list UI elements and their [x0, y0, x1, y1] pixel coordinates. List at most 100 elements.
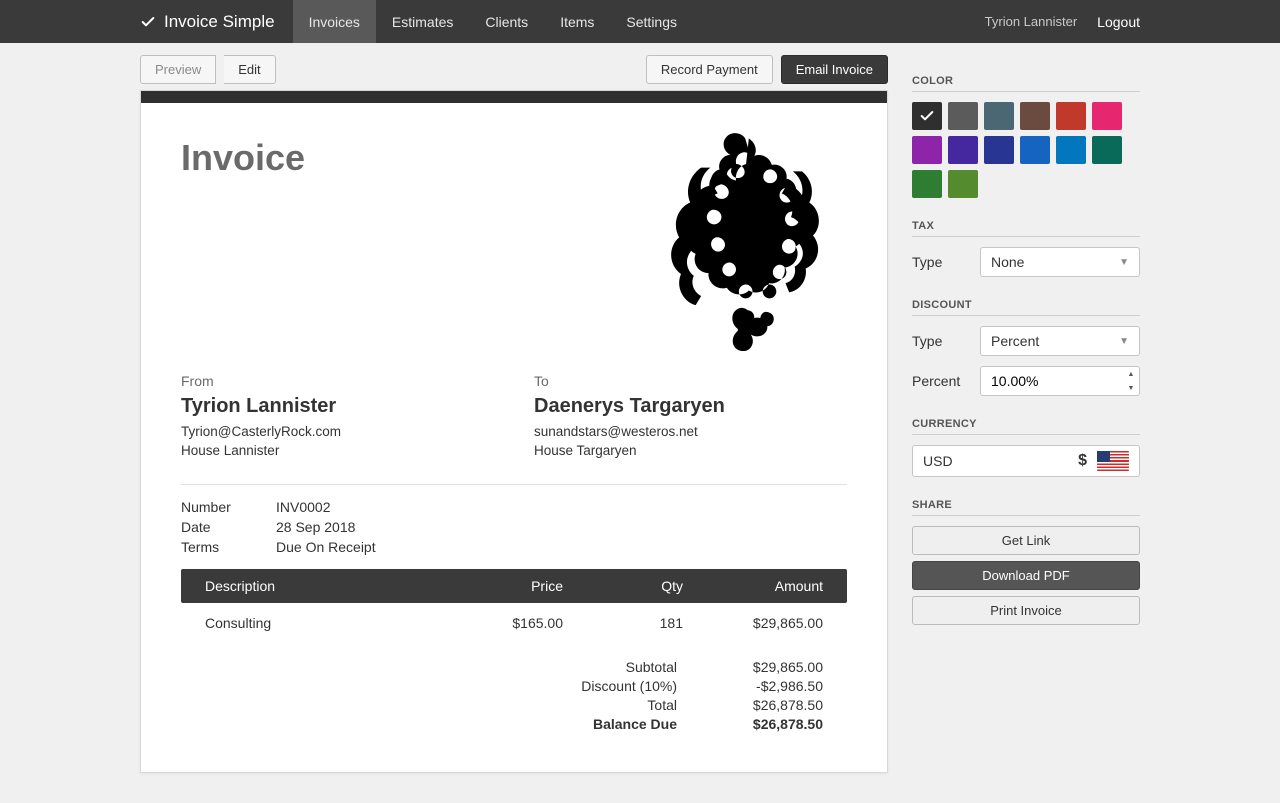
tax-panel: TAX Type None ▼: [912, 220, 1140, 277]
discount-type-label: Type: [912, 333, 968, 349]
top-nav: Invoice Simple Invoices Estimates Client…: [0, 0, 1280, 43]
check-icon: [919, 108, 935, 124]
from-party: From Tyrion Lannister Tyrion@CasterlyRoc…: [181, 373, 494, 462]
color-swatch[interactable]: [912, 136, 942, 164]
stepper-up-button[interactable]: ▲: [1123, 367, 1139, 381]
doc-accent-stripe: [141, 91, 887, 103]
to-org: House Targaryen: [534, 443, 847, 458]
from-org: House Lannister: [181, 443, 494, 458]
color-panel: COLOR: [912, 75, 1140, 198]
item-desc: Consulting: [205, 615, 423, 631]
from-label: From: [181, 373, 494, 389]
to-party: To Daenerys Targaryen sunandstars@wester…: [534, 373, 847, 462]
lion-logo-icon: [652, 131, 842, 351]
currency-select[interactable]: USD $: [912, 445, 1140, 477]
color-swatch[interactable]: [1092, 102, 1122, 130]
meta-number-label: Number: [181, 499, 276, 515]
color-swatch[interactable]: [984, 102, 1014, 130]
col-desc-label: Description: [205, 578, 423, 594]
nav-tab-clients[interactable]: Clients: [469, 0, 544, 43]
total-label: Total: [527, 697, 687, 713]
edit-button[interactable]: Edit: [224, 55, 275, 84]
color-swatch[interactable]: [1020, 136, 1050, 164]
currency-panel: CURRENCY USD $: [912, 418, 1140, 477]
item-row: Consulting $165.00 181 $29,865.00: [181, 603, 847, 637]
toolbar: Preview Edit Record Payment Email Invoic…: [140, 55, 888, 84]
chevron-down-icon: ▼: [1119, 257, 1129, 268]
color-swatch[interactable]: [948, 170, 978, 198]
download-pdf-button[interactable]: Download PDF: [912, 561, 1140, 590]
doc-title: Invoice: [181, 137, 305, 179]
share-panel: SHARE Get Link Download PDF Print Invoic…: [912, 499, 1140, 625]
tax-type-select[interactable]: None ▼: [980, 247, 1140, 277]
meta-number-value: INV0002: [276, 499, 330, 515]
discount-percent-input[interactable]: [980, 366, 1140, 396]
tax-type-label: Type: [912, 254, 968, 270]
sidebar: COLOR TAX Type None ▼ DISCOUNT Type Perc…: [912, 55, 1140, 647]
print-invoice-button[interactable]: Print Invoice: [912, 596, 1140, 625]
nav-right: Tyrion Lannister Logout: [985, 14, 1280, 30]
chevron-down-icon: ▼: [1119, 336, 1129, 347]
brand[interactable]: Invoice Simple: [140, 12, 293, 32]
totals: Subtotal $29,865.00 Discount (10%) -$2,9…: [181, 659, 847, 732]
meta-terms-value: Due On Receipt: [276, 539, 376, 555]
nav-tab-invoices[interactable]: Invoices: [293, 0, 376, 43]
main-nav-tabs: Invoices Estimates Clients Items Setting…: [293, 0, 693, 43]
email-invoice-button[interactable]: Email Invoice: [781, 55, 888, 84]
get-link-button[interactable]: Get Link: [912, 526, 1140, 555]
preview-button[interactable]: Preview: [140, 55, 216, 84]
discount-type-value: Percent: [991, 333, 1039, 349]
meta-date-value: 28 Sep 2018: [276, 519, 355, 535]
col-amount-label: Amount: [683, 578, 823, 594]
share-panel-title: SHARE: [912, 499, 1140, 516]
meta-terms-label: Terms: [181, 539, 276, 555]
us-flag-icon: [1097, 451, 1129, 471]
logout-link[interactable]: Logout: [1097, 14, 1140, 30]
color-swatch[interactable]: [1056, 102, 1086, 130]
balance-value: $26,878.50: [687, 716, 847, 732]
subtotal-value: $29,865.00: [687, 659, 847, 675]
color-swatch[interactable]: [948, 136, 978, 164]
discount-label: Discount (10%): [527, 678, 687, 694]
from-name: Tyrion Lannister: [181, 395, 494, 418]
color-swatch[interactable]: [948, 102, 978, 130]
tax-type-value: None: [991, 254, 1024, 270]
color-swatch[interactable]: [912, 102, 942, 130]
to-email: sunandstars@westeros.net: [534, 424, 847, 439]
nav-tab-items[interactable]: Items: [544, 0, 610, 43]
col-price-label: Price: [423, 578, 563, 594]
number-stepper: ▲ ▼: [1123, 367, 1139, 395]
color-swatch[interactable]: [1020, 102, 1050, 130]
color-swatch[interactable]: [984, 136, 1014, 164]
currency-code: USD: [923, 453, 1068, 469]
to-name: Daenerys Targaryen: [534, 395, 847, 418]
color-swatches: [912, 102, 1140, 198]
currency-symbol: $: [1078, 452, 1087, 470]
color-swatch[interactable]: [912, 170, 942, 198]
discount-panel-title: DISCOUNT: [912, 299, 1140, 316]
invoice-meta: Number INV0002 Date 28 Sep 2018 Terms Du…: [181, 499, 847, 555]
items-header: Description Price Qty Amount: [181, 569, 847, 603]
to-label: To: [534, 373, 847, 389]
divider: [181, 484, 847, 485]
currency-panel-title: CURRENCY: [912, 418, 1140, 435]
tax-panel-title: TAX: [912, 220, 1140, 237]
invoice-document: Invoice From Tyrion Lan: [140, 90, 888, 773]
discount-type-select[interactable]: Percent ▼: [980, 326, 1140, 356]
discount-panel: DISCOUNT Type Percent ▼ Percent ▲ ▼: [912, 299, 1140, 396]
color-swatch[interactable]: [1056, 136, 1086, 164]
nav-tab-estimates[interactable]: Estimates: [376, 0, 469, 43]
view-toggle: Preview Edit: [140, 55, 276, 84]
balance-label: Balance Due: [527, 716, 687, 732]
subtotal-label: Subtotal: [527, 659, 687, 675]
stepper-down-button[interactable]: ▼: [1123, 381, 1139, 395]
color-panel-title: COLOR: [912, 75, 1140, 92]
color-swatch[interactable]: [1092, 136, 1122, 164]
item-amount: $29,865.00: [683, 615, 823, 631]
nav-tab-settings[interactable]: Settings: [610, 0, 693, 43]
discount-value: -$2,986.50: [687, 678, 847, 694]
from-email: Tyrion@CasterlyRock.com: [181, 424, 494, 439]
doc-logo: [647, 131, 847, 351]
current-user[interactable]: Tyrion Lannister: [985, 14, 1078, 29]
record-payment-button[interactable]: Record Payment: [646, 55, 773, 84]
